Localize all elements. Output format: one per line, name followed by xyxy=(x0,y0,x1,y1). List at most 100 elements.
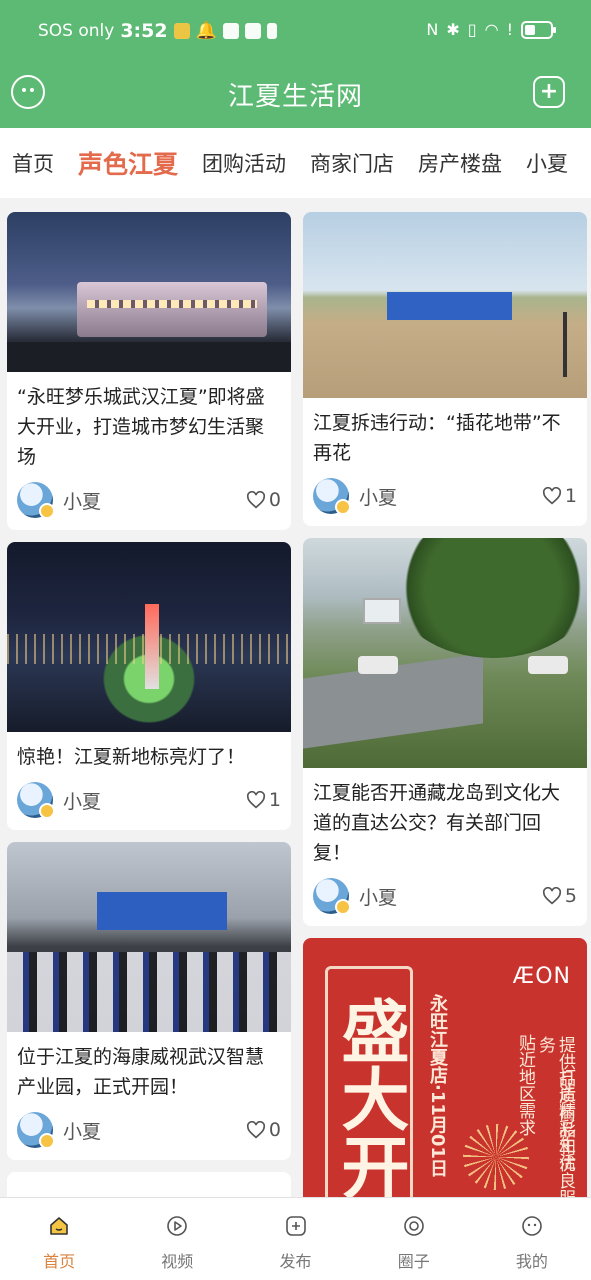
publish-icon xyxy=(285,1216,306,1236)
night-landmark-image xyxy=(7,542,291,732)
poster-slogan-3: 打造精彩生活 xyxy=(555,1068,575,1170)
status-left: SOS only 3:52 🔔 xyxy=(38,20,277,42)
app-notification-icon xyxy=(222,23,239,39)
aeon-grand-opening-poster: 盛大开 ÆON 永旺江夏店·11月01日 贴近地区需求 提供品质商品和优良服务 … xyxy=(303,938,587,1208)
like-count: 0 xyxy=(268,489,281,511)
heart-icon xyxy=(246,1121,265,1139)
nav-label: 首页 xyxy=(43,1252,76,1271)
tab-merchants[interactable]: 商家门店 xyxy=(310,148,394,178)
card-meta: 小夏 1 xyxy=(7,772,291,830)
status-bar: SOS only 3:52 🔔 N ✱ ▯ ◠ ! xyxy=(0,0,591,64)
nav-publish[interactable]: 发布 xyxy=(236,1198,354,1280)
card-title: 江夏拆违行动：“插花地带”不再花 xyxy=(313,412,561,464)
aeon-logo: ÆON xyxy=(512,964,571,989)
heart-icon xyxy=(542,887,561,905)
like-button[interactable]: 1 xyxy=(542,485,577,507)
app-title: 江夏生活网 xyxy=(227,82,363,112)
author-name: 小夏 xyxy=(63,1120,102,1143)
video-icon xyxy=(167,1216,188,1236)
feed-card[interactable]: 江夏能否开通藏龙岛到文化大道的直达公交？有关部门回复！ 小夏 5 xyxy=(303,538,587,926)
parked-car xyxy=(358,656,398,674)
author-name: 小夏 xyxy=(359,886,398,909)
author-name: 小夏 xyxy=(359,486,398,509)
like-button[interactable]: 0 xyxy=(246,1119,281,1141)
tab-real-estate[interactable]: 房产楼盘 xyxy=(418,148,502,178)
like-button[interactable]: 0 xyxy=(246,489,281,511)
tab-group-buy[interactable]: 团购活动 xyxy=(202,148,286,178)
roadside-trees-image xyxy=(303,538,587,768)
author-name: 小夏 xyxy=(63,490,102,513)
feed-card[interactable]: 江夏拆违行动：“插花地带”不再花 小夏 1 xyxy=(303,212,587,526)
alert-icon: ! xyxy=(506,20,513,39)
tab-shengse-jiangxia[interactable]: 声色江夏 xyxy=(78,145,178,181)
camera-tripod xyxy=(563,312,567,377)
feed-card[interactable]: 惊艳！江夏新地标亮灯了！ 小夏 1 xyxy=(7,542,291,830)
card-title: “永旺梦乐城武汉江夏”即将盛大开业，打造城市梦幻生活聚场 xyxy=(17,386,265,468)
card-title: 江夏能否开通藏龙岛到文化大道的直达公交？有关部门回复！ xyxy=(313,782,561,864)
carrier-text: SOS only xyxy=(38,21,115,41)
card-meta: 小夏 1 xyxy=(303,468,587,526)
tab-xiaoxia[interactable]: 小夏 xyxy=(526,148,568,178)
app-bar: 江夏生活网 + xyxy=(0,64,591,128)
feed-column-right: 江夏拆违行动：“插花地带”不再花 小夏 1 江夏能否开通藏龙岛到文化大道的直达公… xyxy=(303,212,587,1220)
avatar[interactable] xyxy=(313,878,351,915)
clock-text: 3:52 xyxy=(120,20,168,42)
author-name: 小夏 xyxy=(63,790,102,813)
status-right: N ✱ ▯ ◠ ! xyxy=(426,20,556,39)
home-icon xyxy=(50,1217,68,1235)
nav-label: 我的 xyxy=(515,1252,548,1271)
firework-decoration xyxy=(463,1124,529,1190)
avatar[interactable] xyxy=(17,782,55,819)
vibrate-icon: ▯ xyxy=(467,20,477,39)
like-count: 1 xyxy=(268,789,281,811)
feed-card[interactable]: 盛大开 ÆON 永旺江夏店·11月01日 贴近地区需求 提供品质商品和优良服务 … xyxy=(303,938,587,1208)
nfc-icon: N xyxy=(426,20,439,39)
bluetooth-icon: ✱ xyxy=(446,20,460,39)
add-post-button[interactable]: + xyxy=(533,76,565,108)
poster-headline: 盛大开 xyxy=(329,996,409,1200)
notification-app-icon xyxy=(173,23,190,39)
circle-icon xyxy=(403,1216,424,1236)
bottom-nav: 首页 视频 发布 圈子 我的 xyxy=(0,1197,591,1280)
mall-building xyxy=(77,282,267,337)
industrial-park-opening-image xyxy=(7,842,291,1032)
poster-store-date: 永旺江夏店·11月01日 xyxy=(427,994,448,1177)
heart-icon xyxy=(246,791,265,809)
demolition-site-image xyxy=(303,212,587,398)
nav-circle[interactable]: 圈子 xyxy=(355,1198,473,1280)
profile-icon xyxy=(522,1216,542,1236)
tab-home[interactable]: 首页 xyxy=(12,148,54,178)
card-meta: 小夏 0 xyxy=(7,472,291,530)
tree-canopy xyxy=(393,538,587,658)
nav-label: 视频 xyxy=(161,1252,194,1271)
avatar[interactable] xyxy=(17,482,55,519)
avatar[interactable] xyxy=(17,1112,55,1149)
like-button[interactable]: 1 xyxy=(246,789,281,811)
nav-profile[interactable]: 我的 xyxy=(473,1198,591,1280)
battery-saver-icon xyxy=(266,23,277,39)
heart-icon xyxy=(246,491,265,509)
card-title: 惊艳！江夏新地标亮灯了！ xyxy=(17,746,246,768)
feed-card[interactable]: 位于江夏的海康威视武汉智慧产业园，正式开园！ 小夏 0 xyxy=(7,842,291,1160)
nav-video[interactable]: 视频 xyxy=(118,1198,236,1280)
category-tabs: 首页 声色江夏 团购活动 商家门店 房产楼盘 小夏 xyxy=(0,128,591,198)
like-count: 5 xyxy=(564,885,577,907)
mall-road xyxy=(7,342,291,372)
battery-icon xyxy=(521,20,556,39)
card-meta: 小夏 0 xyxy=(7,1102,291,1160)
nav-label: 发布 xyxy=(279,1252,312,1271)
parked-car xyxy=(528,656,568,674)
blue-shed xyxy=(387,292,512,320)
feed-card[interactable]: “永旺梦乐城武汉江夏”即将盛大开业，打造城市梦幻生活聚场 小夏 0 xyxy=(7,212,291,530)
card-title: 位于江夏的海康威视武汉智慧产业园，正式开园！ xyxy=(17,1046,265,1098)
poster-slogan-1: 贴近地区需求 xyxy=(515,1034,535,1136)
avatar[interactable] xyxy=(313,478,351,515)
nav-home[interactable]: 首页 xyxy=(0,1198,118,1280)
bell-icon: 🔔 xyxy=(195,21,217,41)
card-meta: 小夏 5 xyxy=(303,868,587,926)
nav-label: 圈子 xyxy=(397,1252,430,1271)
like-button[interactable]: 5 xyxy=(542,885,577,907)
like-count: 1 xyxy=(564,485,577,507)
plus-icon: + xyxy=(539,79,559,104)
audience-chairs xyxy=(7,952,291,1032)
